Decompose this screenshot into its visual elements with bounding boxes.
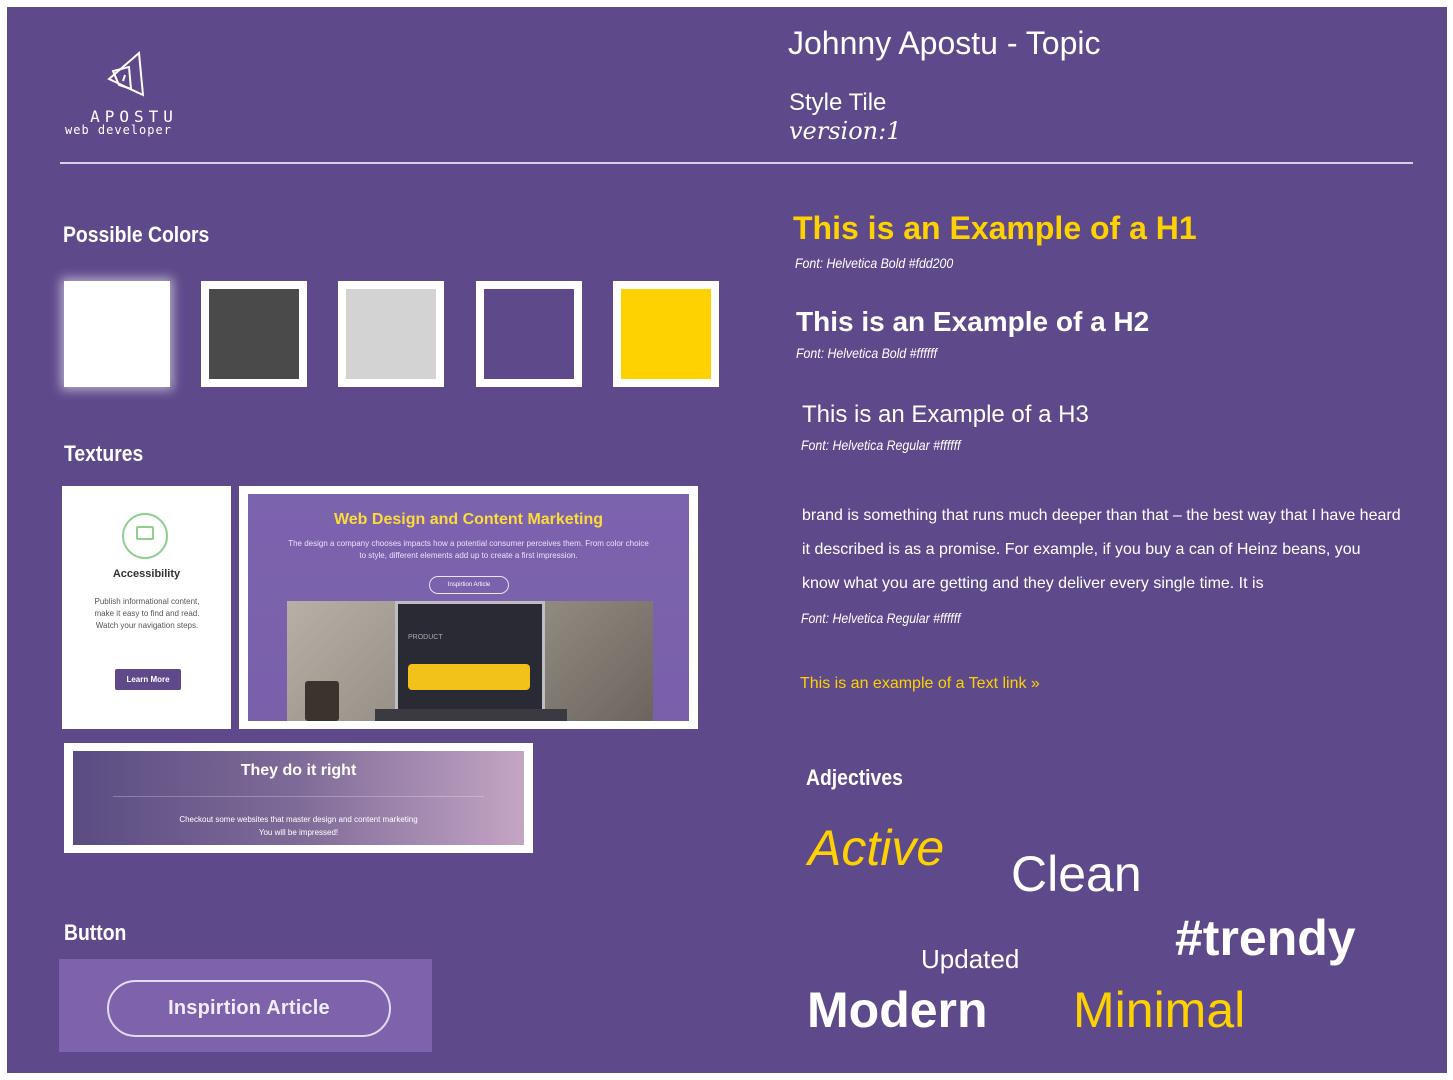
adjective-modern: Modern <box>807 982 988 1038</box>
texture-card-accessibility: Accessibility Publish informational cont… <box>62 486 231 729</box>
adjective-minimal: Minimal <box>1073 982 1246 1038</box>
body-text-example: brand is something that runs much deeper… <box>802 507 1401 592</box>
banner-background: They do it right Checkout some websites … <box>73 751 524 845</box>
product-label: PRODUCT <box>408 634 443 641</box>
card-heading: Accessibility <box>112 568 181 580</box>
laptop-screen: PRODUCT <box>395 601 545 709</box>
card-heading: Web Design and Content Marketing <box>333 511 604 528</box>
banner-line-1: Checkout some websites that master desig… <box>179 815 418 824</box>
page-subtitle: Style Tile <box>789 89 887 116</box>
sofa-image <box>408 664 530 690</box>
banner-text: Checkout some websites that master desig… <box>73 813 524 839</box>
swatch-fill <box>72 289 162 379</box>
version-label: version:1 <box>789 117 902 145</box>
button-sample-panel: Inspirtion Article <box>59 959 432 1052</box>
adjective-trendy: #trendy <box>1175 910 1356 966</box>
swatch-fill <box>484 289 574 379</box>
colors-heading: Possible Colors <box>63 222 210 247</box>
swatch-fill <box>346 289 436 379</box>
presentation-icon <box>122 513 168 559</box>
card-body: The design a company chooses impacts how… <box>288 539 649 560</box>
button-heading: Button <box>64 920 127 945</box>
card-body: Publish informational content, make it e… <box>94 597 200 630</box>
text-link-example[interactable]: This is an example of a Text link » <box>800 675 1040 693</box>
color-swatch-dark-gray <box>201 281 307 387</box>
texture-card-web-design: Web Design and Content Marketing The des… <box>239 486 698 729</box>
laptop-keyboard <box>375 709 567 721</box>
swatch-fill <box>621 289 711 379</box>
adjectives-heading: Adjectives <box>806 765 903 790</box>
color-swatch-yellow <box>613 281 719 387</box>
learn-more-button[interactable]: Learn More <box>115 669 181 690</box>
logo: APOSTU web developer <box>65 45 205 145</box>
h3-example: This is an Example of a H3 <box>802 401 1089 428</box>
swatch-fill <box>209 289 299 379</box>
banner-heading: They do it right <box>240 762 357 779</box>
page-title: Johnny Apostu - Topic <box>788 25 1101 61</box>
inspiration-article-button[interactable]: Inspirtion Article <box>107 980 391 1037</box>
logo-role-text: web developer <box>65 123 172 137</box>
laptop-photo: PRODUCT <box>287 601 653 721</box>
banner-divider <box>113 796 484 797</box>
body-font-note: Font: Helvetica Regular #ffffff <box>801 610 961 626</box>
texture-card-banner: They do it right Checkout some websites … <box>64 743 533 853</box>
h1-example: This is an Example of a H1 <box>793 210 1197 246</box>
header-divider <box>60 162 1413 164</box>
coffee-cup <box>305 681 339 721</box>
h1-font-note: Font: Helvetica Bold #fdd200 <box>795 255 954 271</box>
adjective-active: Active <box>808 820 945 876</box>
inspiration-article-pill-button[interactable]: Inspirtion Article <box>429 576 509 594</box>
adjective-clean: Clean <box>1011 846 1142 902</box>
h2-font-note: Font: Helvetica Bold #ffffff <box>796 345 938 361</box>
color-swatch-white <box>64 281 170 387</box>
color-swatch-purple <box>476 281 582 387</box>
adjective-updated: Updated <box>921 944 1020 974</box>
h3-font-note: Font: Helvetica Regular #ffffff <box>801 437 961 453</box>
textures-heading: Textures <box>64 441 144 466</box>
banner-line-2: You will be impressed! <box>258 828 339 837</box>
logo-mark-icon <box>107 50 145 97</box>
style-tile: APOSTU web developer Johnny Apostu - Top… <box>7 7 1447 1073</box>
color-swatch-light-gray <box>338 281 444 387</box>
card-background: Web Design and Content Marketing The des… <box>248 494 689 721</box>
h2-example: This is an Example of a H2 <box>796 306 1150 337</box>
